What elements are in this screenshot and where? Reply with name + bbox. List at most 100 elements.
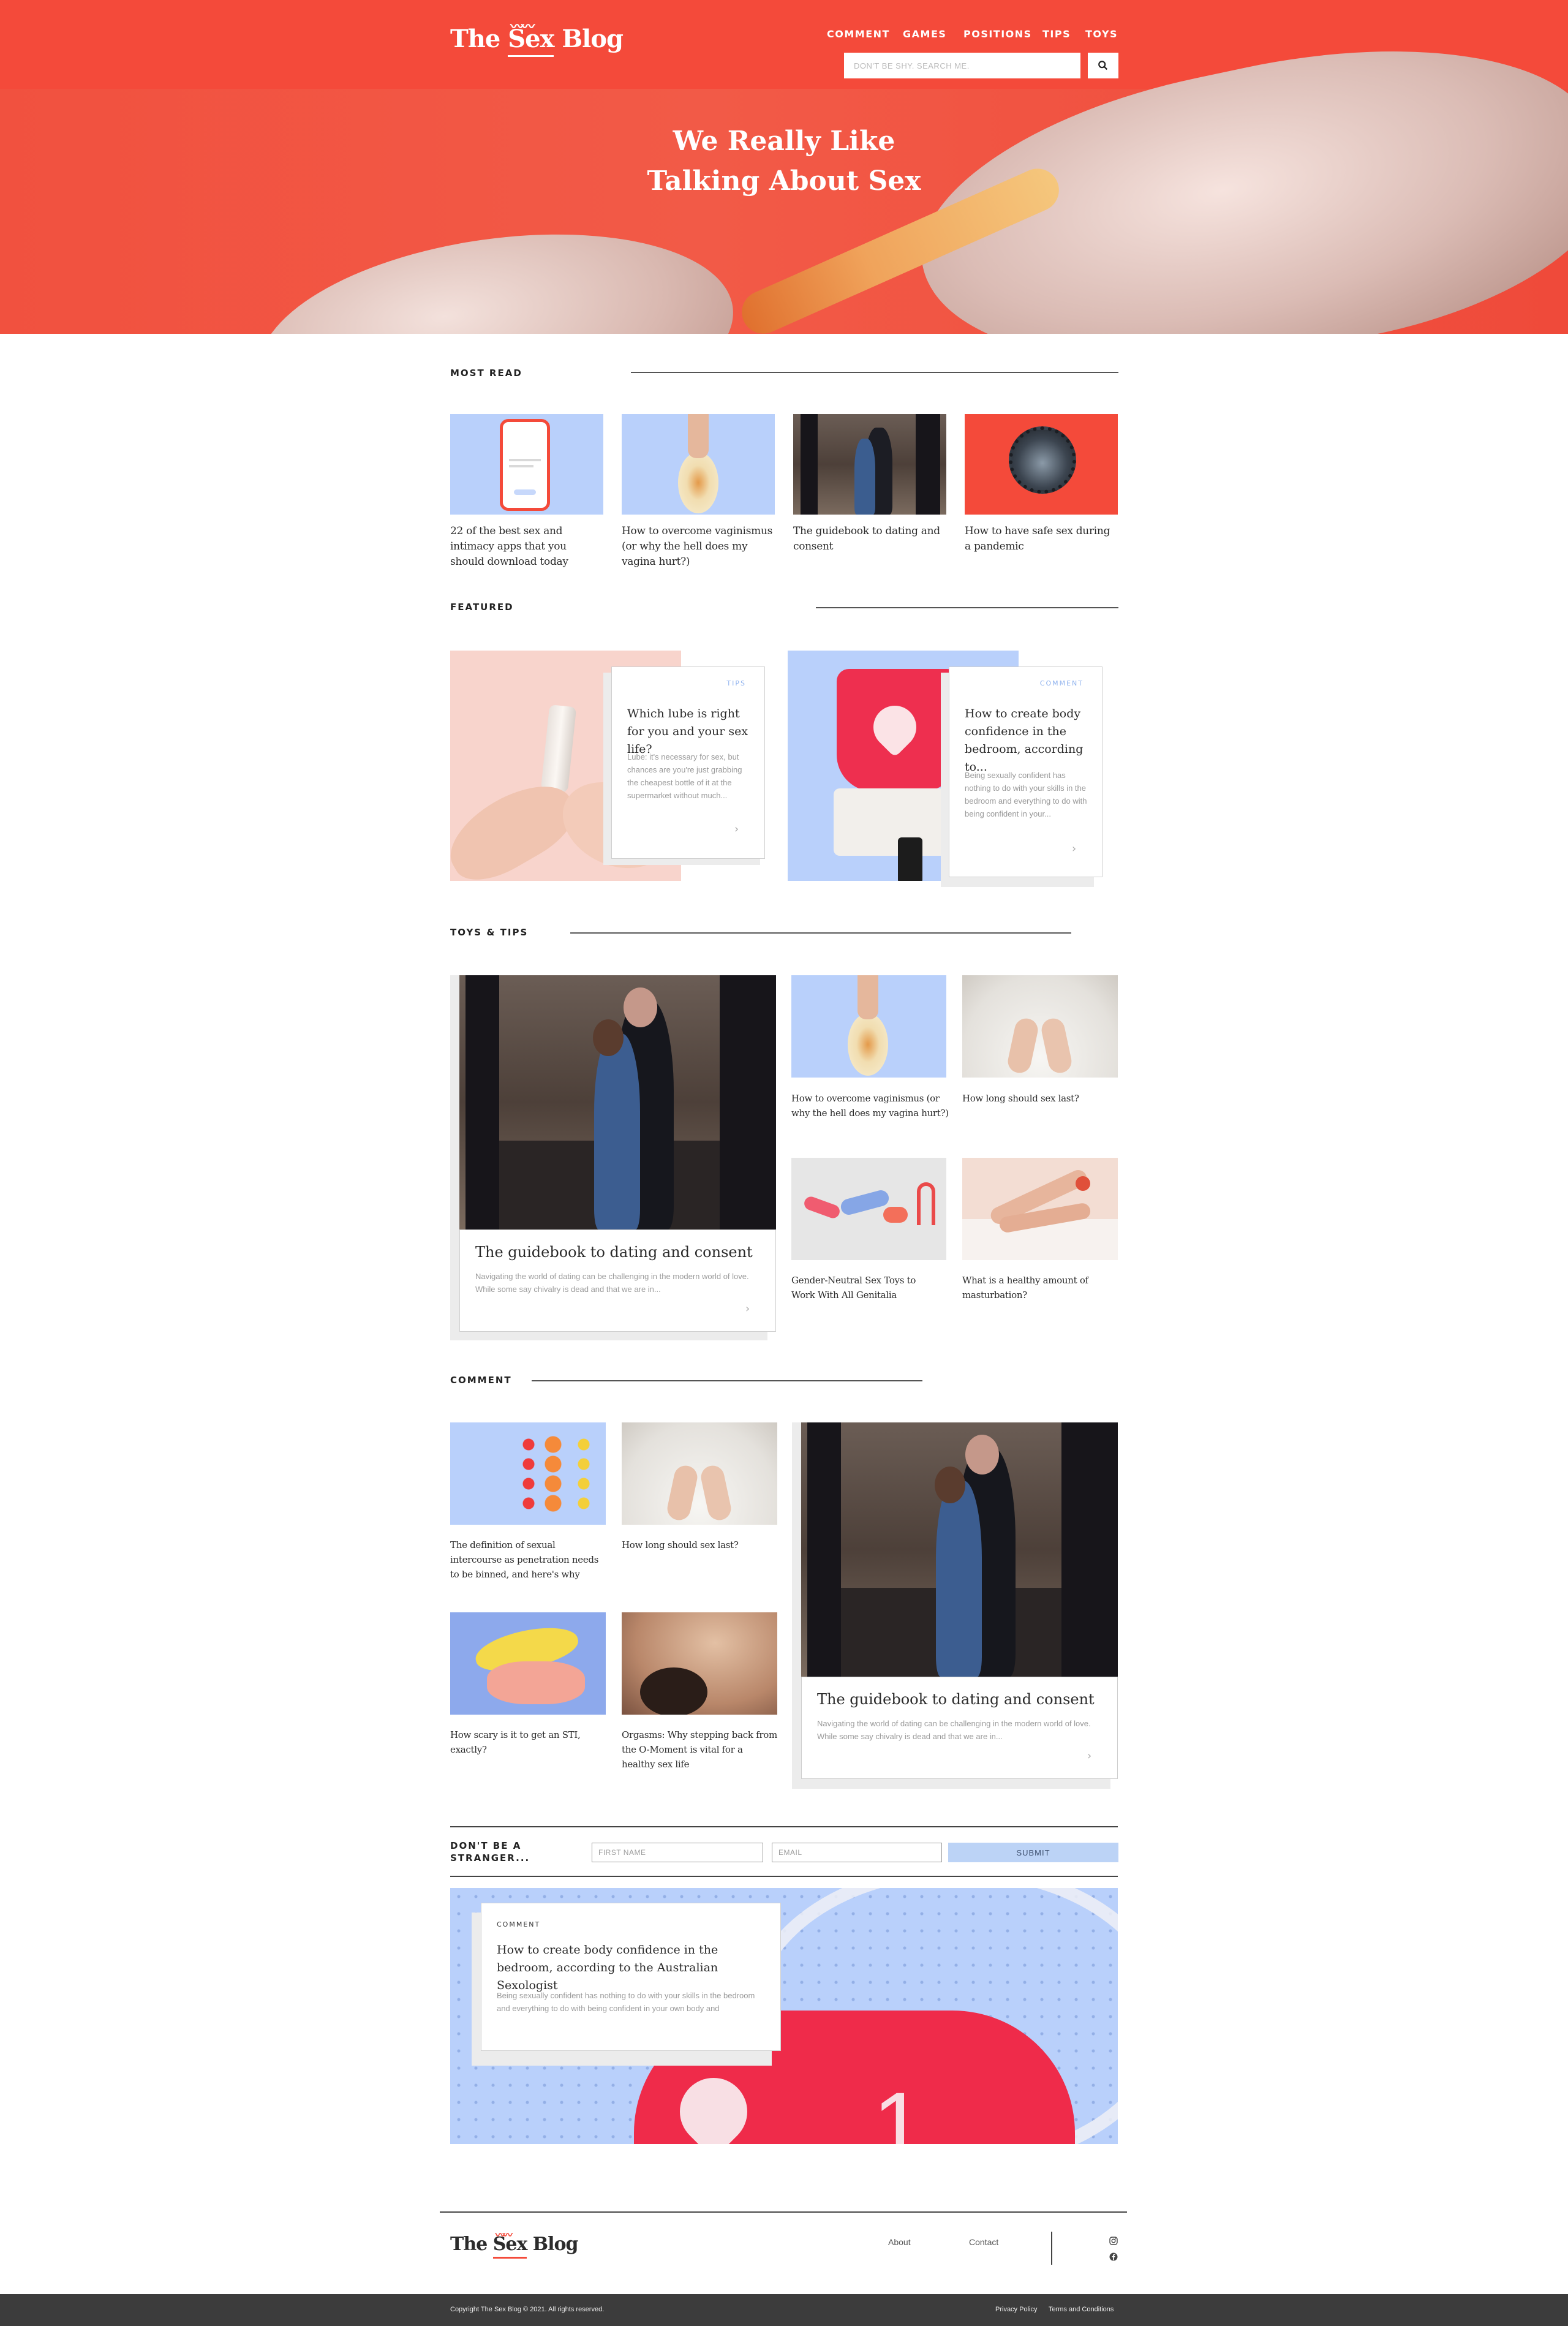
nav-comment[interactable]: COMMENT [827, 28, 890, 40]
toys-main-title[interactable]: The guidebook to dating and consent [475, 1242, 763, 1262]
hero-title-line1: We Really Like [673, 126, 895, 157]
newsletter-title-line2: STRANGER... [450, 1852, 530, 1863]
newsletter-title-line1: DON'T BE A [450, 1840, 522, 1851]
privacy-policy-link[interactable]: Privacy Policy [995, 2306, 1037, 2313]
toys-item-1-image[interactable] [791, 975, 946, 1078]
fruit-grid [461, 1435, 596, 1514]
comment-main-card[interactable]: The guidebook to dating and consent Navi… [801, 1677, 1118, 1779]
featured-2-tag[interactable]: COMMENT [1040, 679, 1084, 687]
logo-underline [508, 55, 554, 57]
nav-games[interactable]: GAMES [903, 28, 946, 40]
comment-title: COMMENT [450, 1375, 512, 1386]
comment-item-4-title[interactable]: Orgasms: Why stepping back from the O-Mo… [622, 1728, 777, 1772]
banner-tag[interactable]: COMMENT [497, 1920, 540, 1928]
toys-tips-rule [570, 932, 1071, 934]
comment-rule [532, 1380, 922, 1381]
most-read-rule [631, 372, 1118, 373]
instagram-icon[interactable] [1109, 2236, 1118, 2245]
featured-2-title[interactable]: How to create body confidence in the bed… [965, 705, 1087, 776]
footer-link-contact[interactable]: Contact [969, 2237, 998, 2247]
comment-item-1-image[interactable] [450, 1422, 606, 1525]
most-read-title: MOST READ [450, 368, 522, 379]
featured-1-card[interactable]: TIPS Which lube is right for you and you… [611, 666, 765, 859]
banner-badge-number: 1 [873, 2073, 924, 2144]
most-read-card-4-image[interactable] [965, 414, 1118, 515]
logo-word-blog: Blog [562, 25, 624, 53]
footer-squiggle-icon: 〰〰 [495, 2229, 513, 2241]
toys-main-excerpt: Navigating the world of dating can be ch… [475, 1272, 749, 1294]
footer-rule [440, 2211, 1127, 2213]
toys-item-2-title[interactable]: How long should sex last? [962, 1091, 1118, 1106]
featured-2-chevron-icon[interactable]: › [1072, 842, 1076, 855]
comment-item-1-title[interactable]: The definition of sexual intercourse as … [450, 1538, 606, 1582]
comment-item-4-image[interactable] [622, 1612, 777, 1715]
featured-2-excerpt: Being sexually confident has nothing to … [965, 771, 1087, 818]
submit-button[interactable]: SUBMIT [948, 1843, 1118, 1862]
lube-bottle [540, 704, 577, 793]
nav-positions[interactable]: POSITIONS [963, 28, 1032, 40]
comment-item-3-title[interactable]: How scary is it to get an STI, exactly? [450, 1728, 606, 1757]
terms-link[interactable]: Terms and Conditions [1049, 2306, 1114, 2313]
toys-item-3-title[interactable]: Gender-Neutral Sex Toys to Work With All… [791, 1273, 941, 1302]
phone-illustration-2 [898, 837, 922, 881]
logo-word-sex: 〰〰 Sex [508, 19, 554, 57]
most-read-card-4-title[interactable]: How to have safe sex during a pandemic [965, 524, 1118, 554]
search-button[interactable] [1088, 53, 1118, 78]
site-logo[interactable]: The 〰〰 Sex Blog [450, 19, 624, 57]
phone-illustration [500, 419, 550, 511]
virus-illustration [1009, 426, 1076, 494]
featured-1-excerpt: Lube: it's necessary for sex, but chance… [627, 752, 742, 800]
copyright-text: Copyright The Sex Blog © 2021. All right… [450, 2306, 605, 2313]
comment-item-2-image[interactable] [622, 1422, 777, 1525]
hero-petal-left [245, 206, 747, 334]
hand-illustration [688, 414, 709, 458]
comment-item-3-image[interactable] [450, 1612, 606, 1715]
toys-main-card[interactable]: The guidebook to dating and consent Navi… [459, 1229, 776, 1332]
hero-title-line2: Talking About Sex [647, 165, 921, 197]
feature-banner[interactable]: 1 COMMENT How to create body confidence … [450, 1888, 1118, 2144]
comment-main-image[interactable] [801, 1422, 1118, 1677]
most-read-card-3-image[interactable] [793, 414, 946, 515]
footer-logo-sex: 〰〰 Sex [492, 2229, 527, 2259]
nav-toys[interactable]: TOYS [1085, 28, 1118, 40]
toys-main-image[interactable] [459, 975, 776, 1229]
melon-illustration [678, 452, 718, 513]
footer-link-about[interactable]: About [888, 2237, 911, 2247]
search-input[interactable] [844, 53, 1080, 78]
copyright-bar: Copyright The Sex Blog © 2021. All right… [0, 2294, 1568, 2326]
footer-logo[interactable]: The 〰〰 Sex Blog [450, 2229, 579, 2259]
email-field[interactable] [772, 1843, 942, 1862]
featured-1-tag[interactable]: TIPS [726, 679, 746, 687]
most-read-card-1-image[interactable] [450, 414, 603, 515]
featured-1-chevron-icon[interactable]: › [734, 823, 739, 836]
toys-item-1-title[interactable]: How to overcome vaginismus (or why the h… [791, 1091, 949, 1120]
most-read-card-2-image[interactable] [622, 414, 775, 515]
comment-main-title[interactable]: The guidebook to dating and consent [817, 1690, 1105, 1709]
banner-card[interactable]: COMMENT How to create body confidence in… [481, 1903, 781, 2051]
most-read-card-2-title[interactable]: How to overcome vaginismus (or why the h… [622, 524, 778, 570]
logo-word-the: The [450, 25, 500, 53]
toys-main-chevron-icon[interactable]: › [745, 1302, 750, 1315]
toys-item-2-image[interactable] [962, 975, 1118, 1078]
comment-item-2-title[interactable]: How long should sex last? [622, 1538, 777, 1552]
toys-item-3-image[interactable] [791, 1158, 946, 1260]
featured-rule [816, 607, 1118, 608]
featured-2-card[interactable]: COMMENT How to create body confidence in… [949, 666, 1102, 877]
footer-logo-the: The [450, 2233, 488, 2255]
search-icon [1098, 61, 1108, 70]
comment-main-chevron-icon[interactable]: › [1087, 1750, 1091, 1762]
newsletter-bottom-rule [450, 1876, 1118, 1877]
facebook-icon[interactable] [1109, 2252, 1118, 2261]
banner-title[interactable]: How to create body confidence in the bed… [497, 1941, 766, 1995]
toys-item-4-image[interactable] [962, 1158, 1118, 1260]
nav-tips[interactable]: TIPS [1042, 28, 1071, 40]
featured-title: FEATURED [450, 602, 514, 613]
most-read-card-3-title[interactable]: The guidebook to dating and consent [793, 524, 946, 554]
hero-banner: The 〰〰 Sex Blog COMMENT GAMES POSITIONS T… [0, 0, 1568, 334]
comment-main-excerpt: Navigating the world of dating can be ch… [817, 1719, 1091, 1741]
most-read-card-1-title[interactable]: 22 of the best sex and intimacy apps tha… [450, 524, 603, 570]
first-name-field[interactable] [592, 1843, 763, 1862]
toys-item-4-title[interactable]: What is a healthy amount of masturbation… [962, 1273, 1118, 1302]
toys-tips-title: TOYS & TIPS [450, 927, 529, 938]
logo-squiggle-icon: 〰〰 [510, 19, 535, 35]
